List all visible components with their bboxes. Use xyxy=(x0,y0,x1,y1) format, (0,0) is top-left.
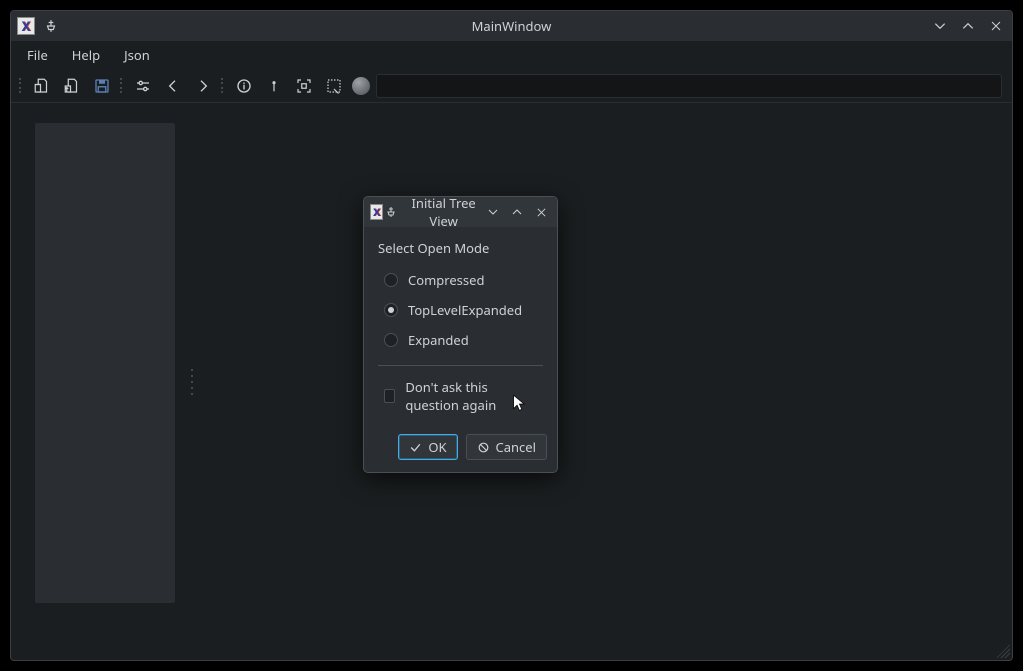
menubar: File Help Json xyxy=(11,41,1012,69)
info-icon[interactable] xyxy=(230,73,258,99)
separator xyxy=(378,365,543,366)
select-rect-icon[interactable] xyxy=(320,73,348,99)
menu-file[interactable]: File xyxy=(17,42,58,68)
cancel-button[interactable]: Cancel xyxy=(466,434,547,460)
main-titlebar[interactable]: MainWindow xyxy=(11,11,1012,41)
radio-icon xyxy=(384,273,398,287)
app-icon xyxy=(370,204,383,220)
radio-label: Expanded xyxy=(408,331,469,349)
radio-label: TopLevelExpanded xyxy=(408,301,522,319)
minimize-icon[interactable] xyxy=(930,16,950,36)
cancel-button-label: Cancel xyxy=(496,438,536,456)
file-open-icon[interactable] xyxy=(58,73,86,99)
checkbox-icon xyxy=(384,389,395,403)
pin-window-icon[interactable] xyxy=(41,16,61,36)
save-icon[interactable] xyxy=(88,73,116,99)
search-icon[interactable] xyxy=(350,73,372,99)
checkbox-label: Don't ask this question again xyxy=(405,378,543,414)
folder-open-icon[interactable] xyxy=(28,73,56,99)
minimize-icon[interactable] xyxy=(483,202,503,222)
window-title: MainWindow xyxy=(11,17,1012,35)
check-icon xyxy=(409,441,422,454)
dont-ask-checkbox[interactable]: Don't ask this question again xyxy=(378,374,543,418)
forward-icon[interactable] xyxy=(189,73,217,99)
close-icon[interactable] xyxy=(986,16,1006,36)
ok-button-label: OK xyxy=(428,438,446,456)
radio-compressed[interactable]: Compressed xyxy=(378,265,543,295)
settings-icon[interactable] xyxy=(129,73,157,99)
toolbar xyxy=(11,69,1012,103)
dialog-label: Select Open Mode xyxy=(378,239,543,257)
tree-panel[interactable] xyxy=(35,123,175,603)
menu-json[interactable]: Json xyxy=(114,42,160,68)
maximize-icon[interactable] xyxy=(507,202,527,222)
fit-selection-icon[interactable] xyxy=(290,73,318,99)
splitter-handle[interactable] xyxy=(191,367,195,397)
radio-toplevelexpanded[interactable]: TopLevelExpanded xyxy=(378,295,543,325)
dialog-title: Initial Tree View xyxy=(404,194,483,230)
pin-icon[interactable] xyxy=(260,73,288,99)
radio-expanded[interactable]: Expanded xyxy=(378,325,543,355)
radio-label: Compressed xyxy=(408,271,484,289)
back-icon[interactable] xyxy=(159,73,187,99)
radio-icon xyxy=(384,303,398,317)
menu-help[interactable]: Help xyxy=(62,42,110,68)
pin-window-icon[interactable] xyxy=(383,203,398,221)
initial-tree-view-dialog: Initial Tree View Select Open Mode Compr… xyxy=(363,196,558,473)
prohibit-icon xyxy=(477,441,490,454)
toolbar-grip-2[interactable] xyxy=(118,75,125,97)
dialog-titlebar[interactable]: Initial Tree View xyxy=(364,197,557,227)
app-icon xyxy=(17,17,35,35)
ok-button[interactable]: OK xyxy=(398,434,457,460)
close-icon[interactable] xyxy=(531,202,551,222)
search-input[interactable] xyxy=(376,74,1002,98)
radio-icon xyxy=(384,333,398,347)
toolbar-grip-3[interactable] xyxy=(219,75,226,97)
toolbar-grip[interactable] xyxy=(17,75,24,97)
resize-grip-icon[interactable] xyxy=(996,644,1010,658)
maximize-icon[interactable] xyxy=(958,16,978,36)
